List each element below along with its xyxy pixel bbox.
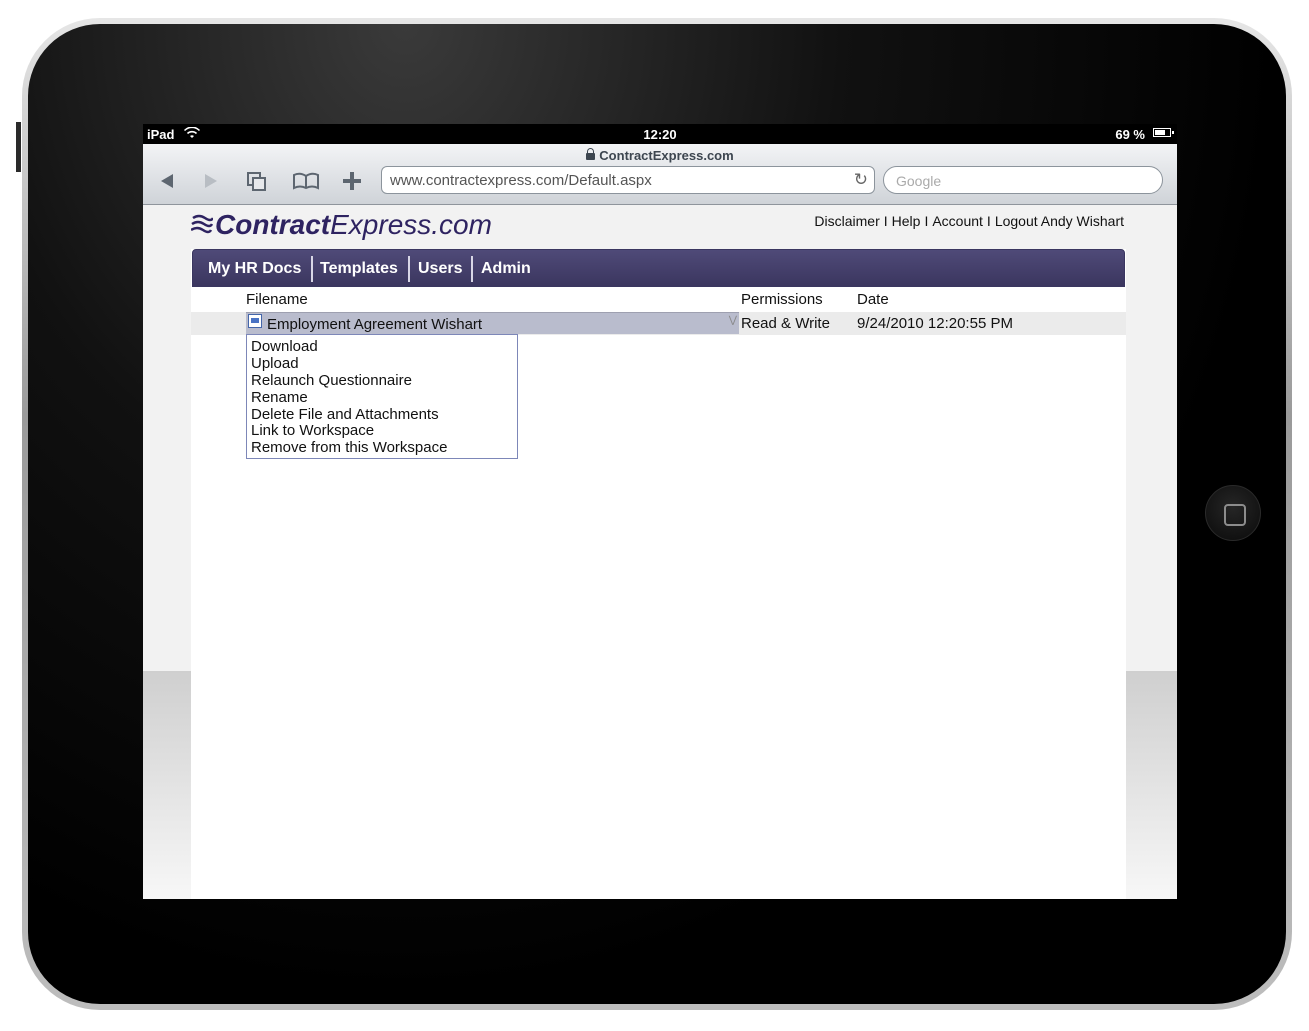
menu-item-relaunch-questionnaire[interactable]: Relaunch Questionnaire [251, 372, 412, 389]
word-document-icon [248, 314, 262, 328]
back-arrow-icon [161, 174, 173, 188]
link-logout[interactable]: Logout Andy Wishart [995, 213, 1124, 229]
browser-toolbar: ContractExpress.com www.contractexpress.… [143, 144, 1177, 205]
search-placeholder: Google [896, 173, 942, 189]
content-area: ContractExpress.com Disclaimer I Help I Acco… [191, 205, 1126, 899]
column-header-date[interactable]: Date [857, 291, 889, 308]
logo-waves-icon [191, 214, 213, 234]
link-separator: I [924, 213, 929, 229]
nav-separator [311, 256, 313, 282]
forward-arrow-icon [205, 174, 217, 188]
nav-my-hr-docs[interactable]: My HR Docs [208, 260, 301, 278]
reload-icon[interactable]: ↻ [854, 170, 868, 190]
home-button[interactable] [1205, 485, 1261, 541]
plus-icon [343, 172, 361, 190]
file-date: 9/24/2010 12:20:55 PM [857, 315, 1013, 332]
lock-icon [586, 148, 596, 160]
page-title-bar: ContractExpress.com [143, 148, 1177, 163]
column-header-filename[interactable]: Filename [246, 291, 308, 308]
nav-admin[interactable]: Admin [481, 260, 531, 278]
column-header-permissions[interactable]: Permissions [741, 291, 823, 308]
file-name: Employment Agreement Wishart [267, 316, 483, 333]
search-input[interactable]: Google [883, 166, 1163, 194]
url-text: www.contractexpress.com/Default.aspx [390, 172, 652, 189]
add-bookmark-button[interactable] [339, 170, 365, 192]
hardware-side-button [16, 122, 21, 172]
top-links: Disclaimer I Help I Account I Logout Andy Wish… [814, 213, 1124, 229]
link-help[interactable]: Help [892, 213, 921, 229]
file-context-menu: Download Upload Relaunch Questionnaire R… [246, 334, 518, 459]
menu-item-delete-file[interactable]: Delete File and Attachments [251, 406, 439, 423]
clock: 12:20 [643, 127, 677, 142]
book-icon [293, 172, 319, 190]
menu-item-upload[interactable]: Upload [251, 355, 299, 372]
home-square-icon [1224, 504, 1246, 526]
link-account[interactable]: Account [932, 213, 983, 229]
web-page: ContractExpress.com Disclaimer I Help I Acco… [143, 205, 1177, 899]
nav-templates[interactable]: Templates [320, 260, 398, 278]
file-permissions: Read & Write [741, 315, 830, 332]
site-header: ContractExpress.com Disclaimer I Help I Acco… [191, 205, 1126, 249]
nav-users[interactable]: Users [418, 260, 462, 278]
menu-item-remove-from-workspace[interactable]: Remove from this Workspace [251, 439, 447, 456]
menu-item-rename[interactable]: Rename [251, 389, 308, 406]
forward-button[interactable] [198, 170, 224, 192]
bookmarks-button[interactable] [292, 170, 319, 192]
file-select-dropdown[interactable]: Employment Agreement Wishart ⋁ [246, 312, 739, 334]
nav-separator [408, 256, 410, 282]
chevron-down-icon: ⋁ [728, 315, 737, 326]
pages-button[interactable] [244, 170, 270, 192]
link-separator: I [986, 213, 991, 229]
nav-separator [471, 256, 473, 282]
battery-percent: 69 % [1115, 127, 1145, 142]
pages-icon [247, 172, 266, 191]
link-disclaimer[interactable]: Disclaimer [814, 213, 879, 229]
logo-text-bold: Contract [215, 209, 331, 240]
ipad-screen: iPad 12:20 69 % ContractExpress.com www.… [143, 124, 1177, 899]
address-bar[interactable]: www.contractexpress.com/Default.aspx ↻ [381, 166, 875, 194]
logo-text-light: Express.com [330, 209, 492, 240]
link-separator: I [883, 213, 888, 229]
back-button[interactable] [154, 170, 180, 192]
menu-item-download[interactable]: Download [251, 338, 318, 355]
main-nav: My HR Docs Templates Users Admin [192, 249, 1125, 287]
page-title: ContractExpress.com [599, 148, 734, 163]
battery-icon [1153, 128, 1174, 137]
menu-item-link-to-workspace[interactable]: Link to Workspace [251, 422, 374, 439]
status-bar: iPad 12:20 69 % [143, 124, 1177, 144]
